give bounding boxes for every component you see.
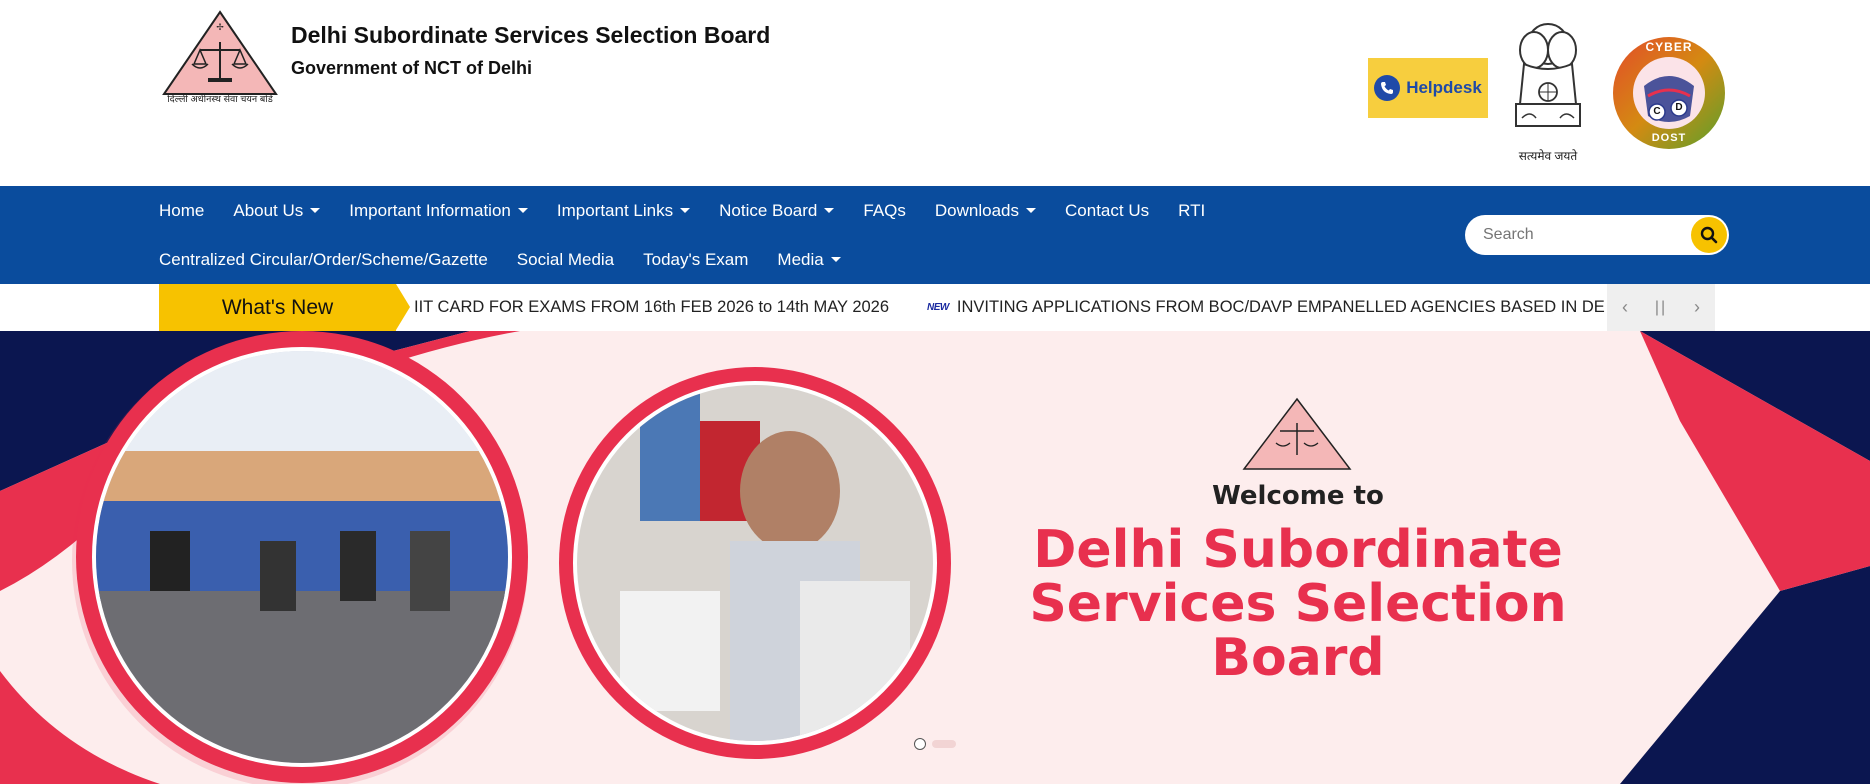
slider-indicators [914,738,956,750]
cyber-top-text: CYBER [1645,40,1693,54]
slide-dot-active[interactable] [914,738,926,750]
nav-faqs[interactable]: FAQs [863,200,935,222]
chevron-down-icon [680,207,691,213]
nav-notice-board[interactable]: Notice Board [719,200,863,222]
ticker-track: IIT CARD FOR EXAMS FROM 16th FEB 2026 to… [414,284,1606,331]
site-subtitle: Government of NCT of Delhi [291,58,533,78]
ticker-pause-button[interactable]: || [1643,284,1679,331]
chevron-left-icon: ‹ [1622,297,1628,317]
pause-icon: || [1654,298,1668,316]
nav-about-us[interactable]: About Us [233,200,349,222]
nav-row-primary: Home About Us Important Information Impo… [159,200,1234,222]
phone-icon [1374,75,1401,101]
search-input[interactable] [1483,226,1683,244]
cyber-c-text: C [1653,106,1661,117]
nav-important-information[interactable]: Important Information [349,200,557,222]
svg-text:✢: ✢ [216,22,224,32]
nav-rti[interactable]: RTI [1178,200,1234,222]
hero-banner-slider[interactable]: Welcome to Delhi Subordinate Services Se… [0,331,1870,784]
chevron-right-icon: › [1694,297,1700,317]
whats-new-heading: What's New [159,284,410,331]
banner-title-line3: Board [1211,628,1385,688]
cyber-dost-logo[interactable]: CYBER C D DOST [1612,36,1726,150]
helpdesk-button[interactable]: Helpdesk [1368,58,1488,118]
nav-social-media[interactable]: Social Media [517,249,643,271]
emblem-motto: सत्यमेव जयते [1518,149,1578,163]
banner-title-line1: Delhi Subordinate [1033,520,1563,580]
nav-centralized-circular[interactable]: Centralized Circular/Order/Scheme/Gazett… [159,249,517,271]
main-navigation: Home About Us Important Information Impo… [0,186,1870,284]
chevron-down-icon [830,256,841,262]
ticker-controls: ‹ || › [1607,284,1715,331]
helpdesk-label: Helpdesk [1406,78,1482,97]
nav-media[interactable]: Media [777,249,869,271]
ticker-prev-button[interactable]: ‹ [1607,284,1643,331]
cyber-bottom-text: DOST [1651,132,1687,144]
ticker-item[interactable]: IIT CARD FOR EXAMS FROM 16th FEB 2026 to… [414,298,889,317]
banner-title-line2: Services Selection [1029,574,1567,634]
logo-caption: दिल्ली अधीनस्थ सेवा चयन बोर्ड [167,94,273,105]
ticker-item[interactable]: NEW INVITING APPLICATIONS FROM BOC/DAVP … [927,298,1606,317]
banner-welcome-text: Welcome to [1212,481,1384,511]
dsssb-logo[interactable]: ✢ दिल्ली अधीनस्थ सेवा चयन बोर्ड [158,8,282,105]
ticker-next-button[interactable]: › [1679,284,1715,331]
national-emblem: सत्यमेव जयते [1504,14,1592,164]
new-badge-icon: NEW [927,302,949,313]
chevron-down-icon [517,207,528,213]
chevron-down-icon [1026,207,1037,213]
nav-home[interactable]: Home [159,200,233,222]
search-button[interactable] [1691,217,1727,253]
whats-new-ticker: What's New IIT CARD FOR EXAMS FROM 16th … [0,284,1870,331]
site-title: Delhi Subordinate Services Selection Boa… [291,22,771,48]
chevron-down-icon [310,207,321,213]
nav-downloads[interactable]: Downloads [935,200,1065,222]
site-header: ✢ दिल्ली अधीनस्थ सेवा चयन बोर्ड Delhi Su… [0,0,1870,186]
nav-row-secondary: Centralized Circular/Order/Scheme/Gazett… [159,249,870,271]
search-icon [1700,226,1718,244]
cyber-d-text: D [1675,102,1683,113]
nav-important-links[interactable]: Important Links [557,200,719,222]
chevron-down-icon [824,207,835,213]
nav-todays-exam[interactable]: Today's Exam [643,249,777,271]
nav-contact-us[interactable]: Contact Us [1065,200,1178,222]
slide-dot[interactable] [932,740,956,748]
search-form [1465,215,1729,255]
